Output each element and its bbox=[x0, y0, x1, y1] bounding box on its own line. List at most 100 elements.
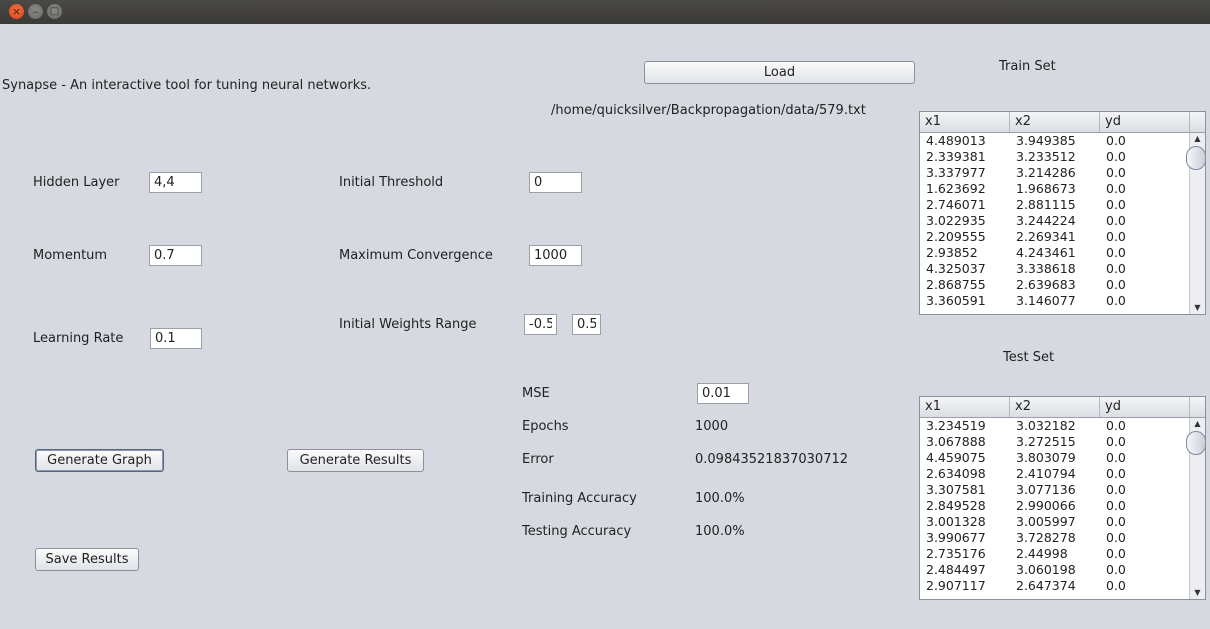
test-col-x2[interactable]: x2 bbox=[1010, 397, 1100, 417]
max-convergence-input[interactable] bbox=[529, 245, 582, 266]
table-cell: 0.0 bbox=[1106, 261, 1126, 276]
table-cell: 0.0 bbox=[1106, 149, 1126, 164]
table-row[interactable]: 4.459075 3.803079 0.0 bbox=[920, 450, 1189, 466]
table-cell: 3.067888 bbox=[926, 434, 986, 449]
max-convergence-label: Maximum Convergence bbox=[339, 248, 493, 263]
table-cell: 0.0 bbox=[1106, 578, 1126, 593]
table-cell: 0.0 bbox=[1106, 562, 1126, 577]
table-cell: 2.339381 bbox=[926, 149, 986, 164]
error-value: 0.09843521837030712 bbox=[695, 452, 849, 467]
epochs-label: Epochs bbox=[522, 419, 569, 434]
table-cell: 3.022935 bbox=[926, 213, 986, 228]
table-row[interactable]: 3.067888 3.272515 0.0 bbox=[920, 434, 1189, 450]
table-cell: 3.005997 bbox=[1016, 514, 1076, 529]
epochs-value: 1000 bbox=[695, 419, 729, 434]
table-row[interactable]: 2.209555 2.269341 0.0 bbox=[920, 229, 1189, 245]
table-row[interactable]: 2.907117 2.647374 0.0 bbox=[920, 578, 1189, 594]
testing-accuracy-label: Testing Accuracy bbox=[522, 524, 632, 539]
table-row[interactable]: 2.484497 3.060198 0.0 bbox=[920, 562, 1189, 578]
table-cell: 0.0 bbox=[1106, 434, 1126, 449]
scroll-thumb[interactable] bbox=[1186, 146, 1205, 170]
table-cell: 0.0 bbox=[1106, 165, 1126, 180]
learning-rate-input[interactable] bbox=[150, 328, 202, 349]
table-cell: 0.0 bbox=[1106, 133, 1126, 148]
test-set-scrollbar[interactable]: ▲ ▼ bbox=[1186, 418, 1205, 599]
window-close-button[interactable]: × bbox=[9, 4, 24, 19]
initial-threshold-label: Initial Threshold bbox=[339, 175, 444, 190]
train-set-table[interactable]: x1 x2 yd 4.489013 3.949385 0.0 2.339381 3.23… bbox=[919, 111, 1206, 315]
window-maximize-button[interactable]: □ bbox=[47, 4, 62, 19]
table-cell: 3.272515 bbox=[1016, 434, 1076, 449]
test-set-table[interactable]: x1 x2 yd 3.234519 3.032182 0.0 3.067888 3.27… bbox=[919, 396, 1206, 600]
table-cell: 2.881115 bbox=[1016, 197, 1076, 212]
window-minimize-button[interactable]: – bbox=[28, 4, 43, 19]
hidden-layer-input[interactable] bbox=[149, 172, 202, 193]
table-cell: 0.0 bbox=[1106, 514, 1126, 529]
table-row[interactable]: 3.234519 3.032182 0.0 bbox=[920, 418, 1189, 434]
table-cell: 3.244224 bbox=[1016, 213, 1076, 228]
table-row[interactable]: 2.746071 2.881115 0.0 bbox=[920, 197, 1189, 213]
table-cell: 2.269341 bbox=[1016, 229, 1076, 244]
hidden-layer-label: Hidden Layer bbox=[33, 175, 120, 190]
test-set-rows: 3.234519 3.032182 0.0 3.067888 3.272515 0.0 4.… bbox=[920, 418, 1189, 599]
table-row[interactable]: 3.337977 3.214286 0.0 bbox=[920, 165, 1189, 181]
generate-graph-button[interactable]: Generate Graph bbox=[35, 449, 164, 472]
error-label: Error bbox=[522, 452, 554, 467]
test-col-x1[interactable]: x1 bbox=[920, 397, 1010, 417]
table-cell: 0.0 bbox=[1106, 213, 1126, 228]
train-col-yd[interactable]: yd bbox=[1100, 112, 1190, 132]
table-row[interactable]: 3.001328 3.005997 0.0 bbox=[920, 514, 1189, 530]
train-col-x1[interactable]: x1 bbox=[920, 112, 1010, 132]
scroll-down-arrow-icon[interactable]: ▼ bbox=[1190, 302, 1205, 314]
table-cell: 2.907117 bbox=[926, 578, 986, 593]
scroll-up-arrow-icon[interactable]: ▲ bbox=[1190, 418, 1205, 430]
table-cell: 4.459075 bbox=[926, 450, 986, 465]
momentum-input[interactable] bbox=[149, 245, 202, 266]
momentum-label: Momentum bbox=[33, 248, 108, 263]
table-cell: 3.728278 bbox=[1016, 530, 1076, 545]
table-row[interactable]: 3.022935 3.244224 0.0 bbox=[920, 213, 1189, 229]
table-cell: 0.0 bbox=[1106, 277, 1126, 292]
weights-range-label: Initial Weights Range bbox=[339, 317, 477, 332]
table-cell: 3.032182 bbox=[1016, 418, 1076, 433]
table-row[interactable]: 4.489013 3.949385 0.0 bbox=[920, 133, 1189, 149]
table-row[interactable]: 3.360591 3.146077 0.0 bbox=[920, 293, 1189, 309]
table-cell: 2.990066 bbox=[1016, 498, 1076, 513]
table-cell: 3.060198 bbox=[1016, 562, 1076, 577]
train-set-scrollbar[interactable]: ▲ ▼ bbox=[1186, 133, 1205, 314]
learning-rate-label: Learning Rate bbox=[33, 331, 124, 346]
table-cell: 2.647374 bbox=[1016, 578, 1076, 593]
train-col-x2[interactable]: x2 bbox=[1010, 112, 1100, 132]
table-cell: 2.410794 bbox=[1016, 466, 1076, 481]
mse-input[interactable] bbox=[697, 383, 749, 404]
table-row[interactable]: 2.634098 2.410794 0.0 bbox=[920, 466, 1189, 482]
table-cell: 2.44998 bbox=[1016, 546, 1068, 561]
table-cell: 2.868755 bbox=[926, 277, 986, 292]
scroll-down-arrow-icon[interactable]: ▼ bbox=[1190, 587, 1205, 599]
weights-range-min-input[interactable] bbox=[524, 314, 557, 335]
table-cell: 0.0 bbox=[1106, 450, 1126, 465]
table-row[interactable]: 2.93852 4.243461 0.0 bbox=[920, 245, 1189, 261]
test-set-title: Test Set bbox=[1003, 350, 1055, 365]
load-button[interactable]: Load bbox=[644, 61, 915, 84]
initial-threshold-input[interactable] bbox=[529, 172, 582, 193]
weights-range-max-input[interactable] bbox=[572, 314, 601, 335]
scroll-up-arrow-icon[interactable]: ▲ bbox=[1190, 133, 1205, 145]
table-row[interactable]: 4.325037 3.338618 0.0 bbox=[920, 261, 1189, 277]
generate-results-button[interactable]: Generate Results bbox=[287, 449, 424, 472]
save-results-button[interactable]: Save Results bbox=[35, 548, 139, 571]
table-cell: 0.0 bbox=[1106, 482, 1126, 497]
table-row[interactable]: 2.849528 2.990066 0.0 bbox=[920, 498, 1189, 514]
test-col-yd[interactable]: yd bbox=[1100, 397, 1190, 417]
table-row[interactable]: 2.735176 2.44998 0.0 bbox=[920, 546, 1189, 562]
table-row[interactable]: 2.868755 2.639683 0.0 bbox=[920, 277, 1189, 293]
table-row[interactable]: 2.339381 3.233512 0.0 bbox=[920, 149, 1189, 165]
table-cell: 3.990677 bbox=[926, 530, 986, 545]
table-cell: 0.0 bbox=[1106, 530, 1126, 545]
scroll-thumb[interactable] bbox=[1186, 431, 1205, 455]
table-cell: 3.234519 bbox=[926, 418, 986, 433]
table-row[interactable]: 3.990677 3.728278 0.0 bbox=[920, 530, 1189, 546]
table-row[interactable]: 1.623692 1.968673 0.0 bbox=[920, 181, 1189, 197]
table-row[interactable]: 3.307581 3.077136 0.0 bbox=[920, 482, 1189, 498]
table-cell: 3.360591 bbox=[926, 293, 986, 308]
